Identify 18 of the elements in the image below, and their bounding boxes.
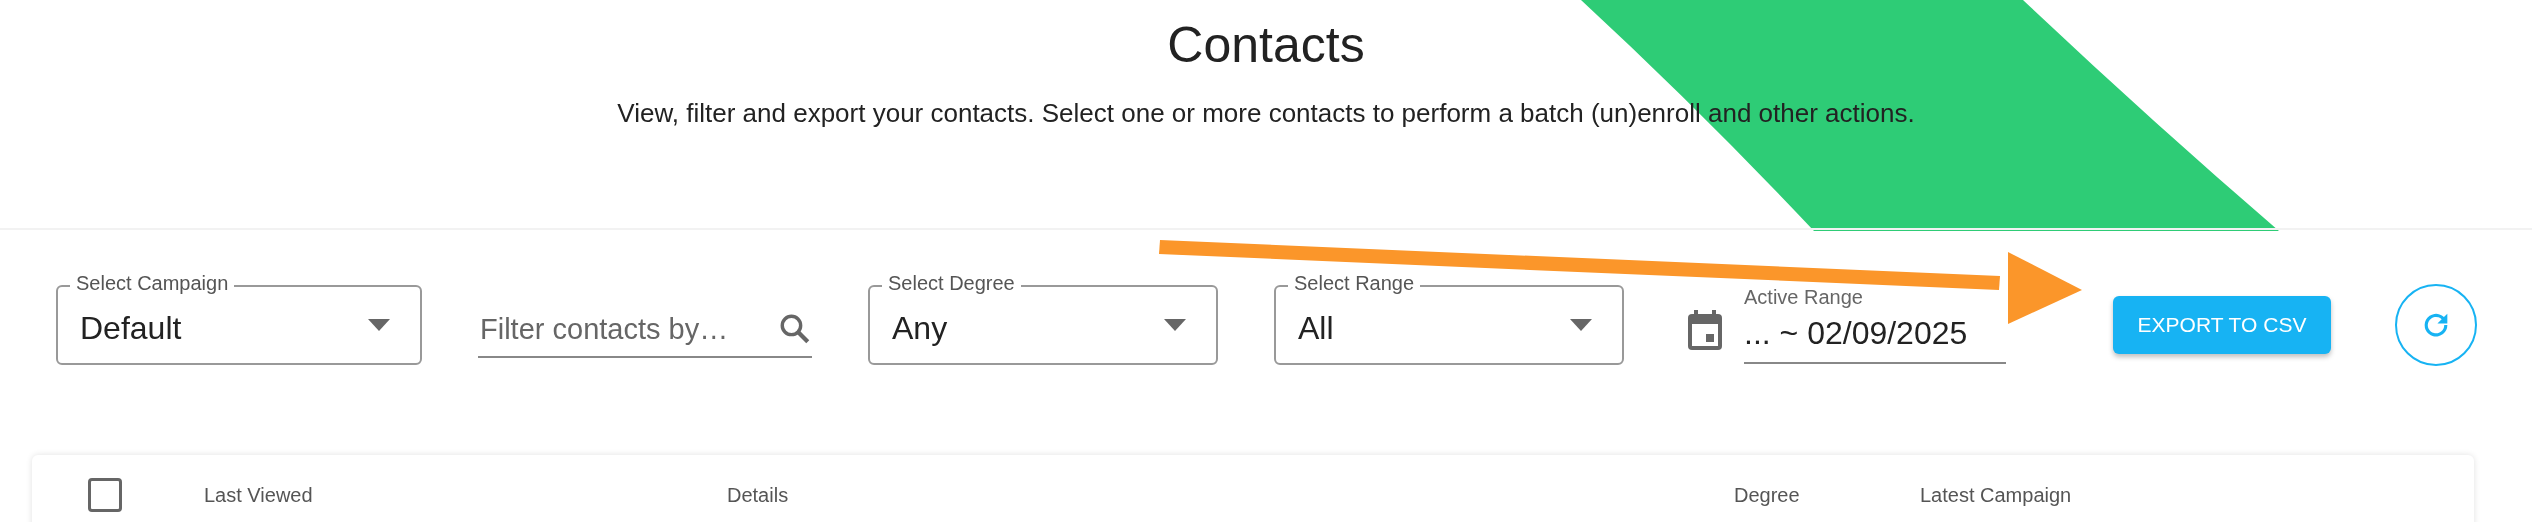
field-value: ... ~ 02/09/2025: [1744, 314, 1969, 353]
select-all-checkbox[interactable]: [88, 478, 122, 512]
field-value: Any: [892, 309, 948, 347]
dropdown-caret-icon: [368, 319, 390, 331]
calendar-icon[interactable]: [1688, 310, 1722, 350]
field-value: Default: [80, 309, 182, 347]
dropdown-caret-icon: [1164, 319, 1186, 331]
search-icon[interactable]: [778, 312, 812, 346]
dropdown-caret-icon: [1570, 319, 1592, 331]
field-value: All: [1298, 309, 1334, 347]
page-description: View, filter and export your contacts. Select one or more contacts to perform a batch (un)enroll and other actions.: [617, 98, 1915, 129]
column-header: Last Viewed: [204, 483, 314, 507]
field-label: Active Range: [1744, 286, 1864, 309]
column-header: Latest Campaign: [1920, 483, 2073, 507]
column-header: Details: [727, 483, 790, 507]
search-field[interactable]: Filter contacts by…: [478, 302, 812, 358]
page-title: Contacts: [1167, 16, 1365, 75]
column-header: Degree: [1734, 483, 1801, 507]
